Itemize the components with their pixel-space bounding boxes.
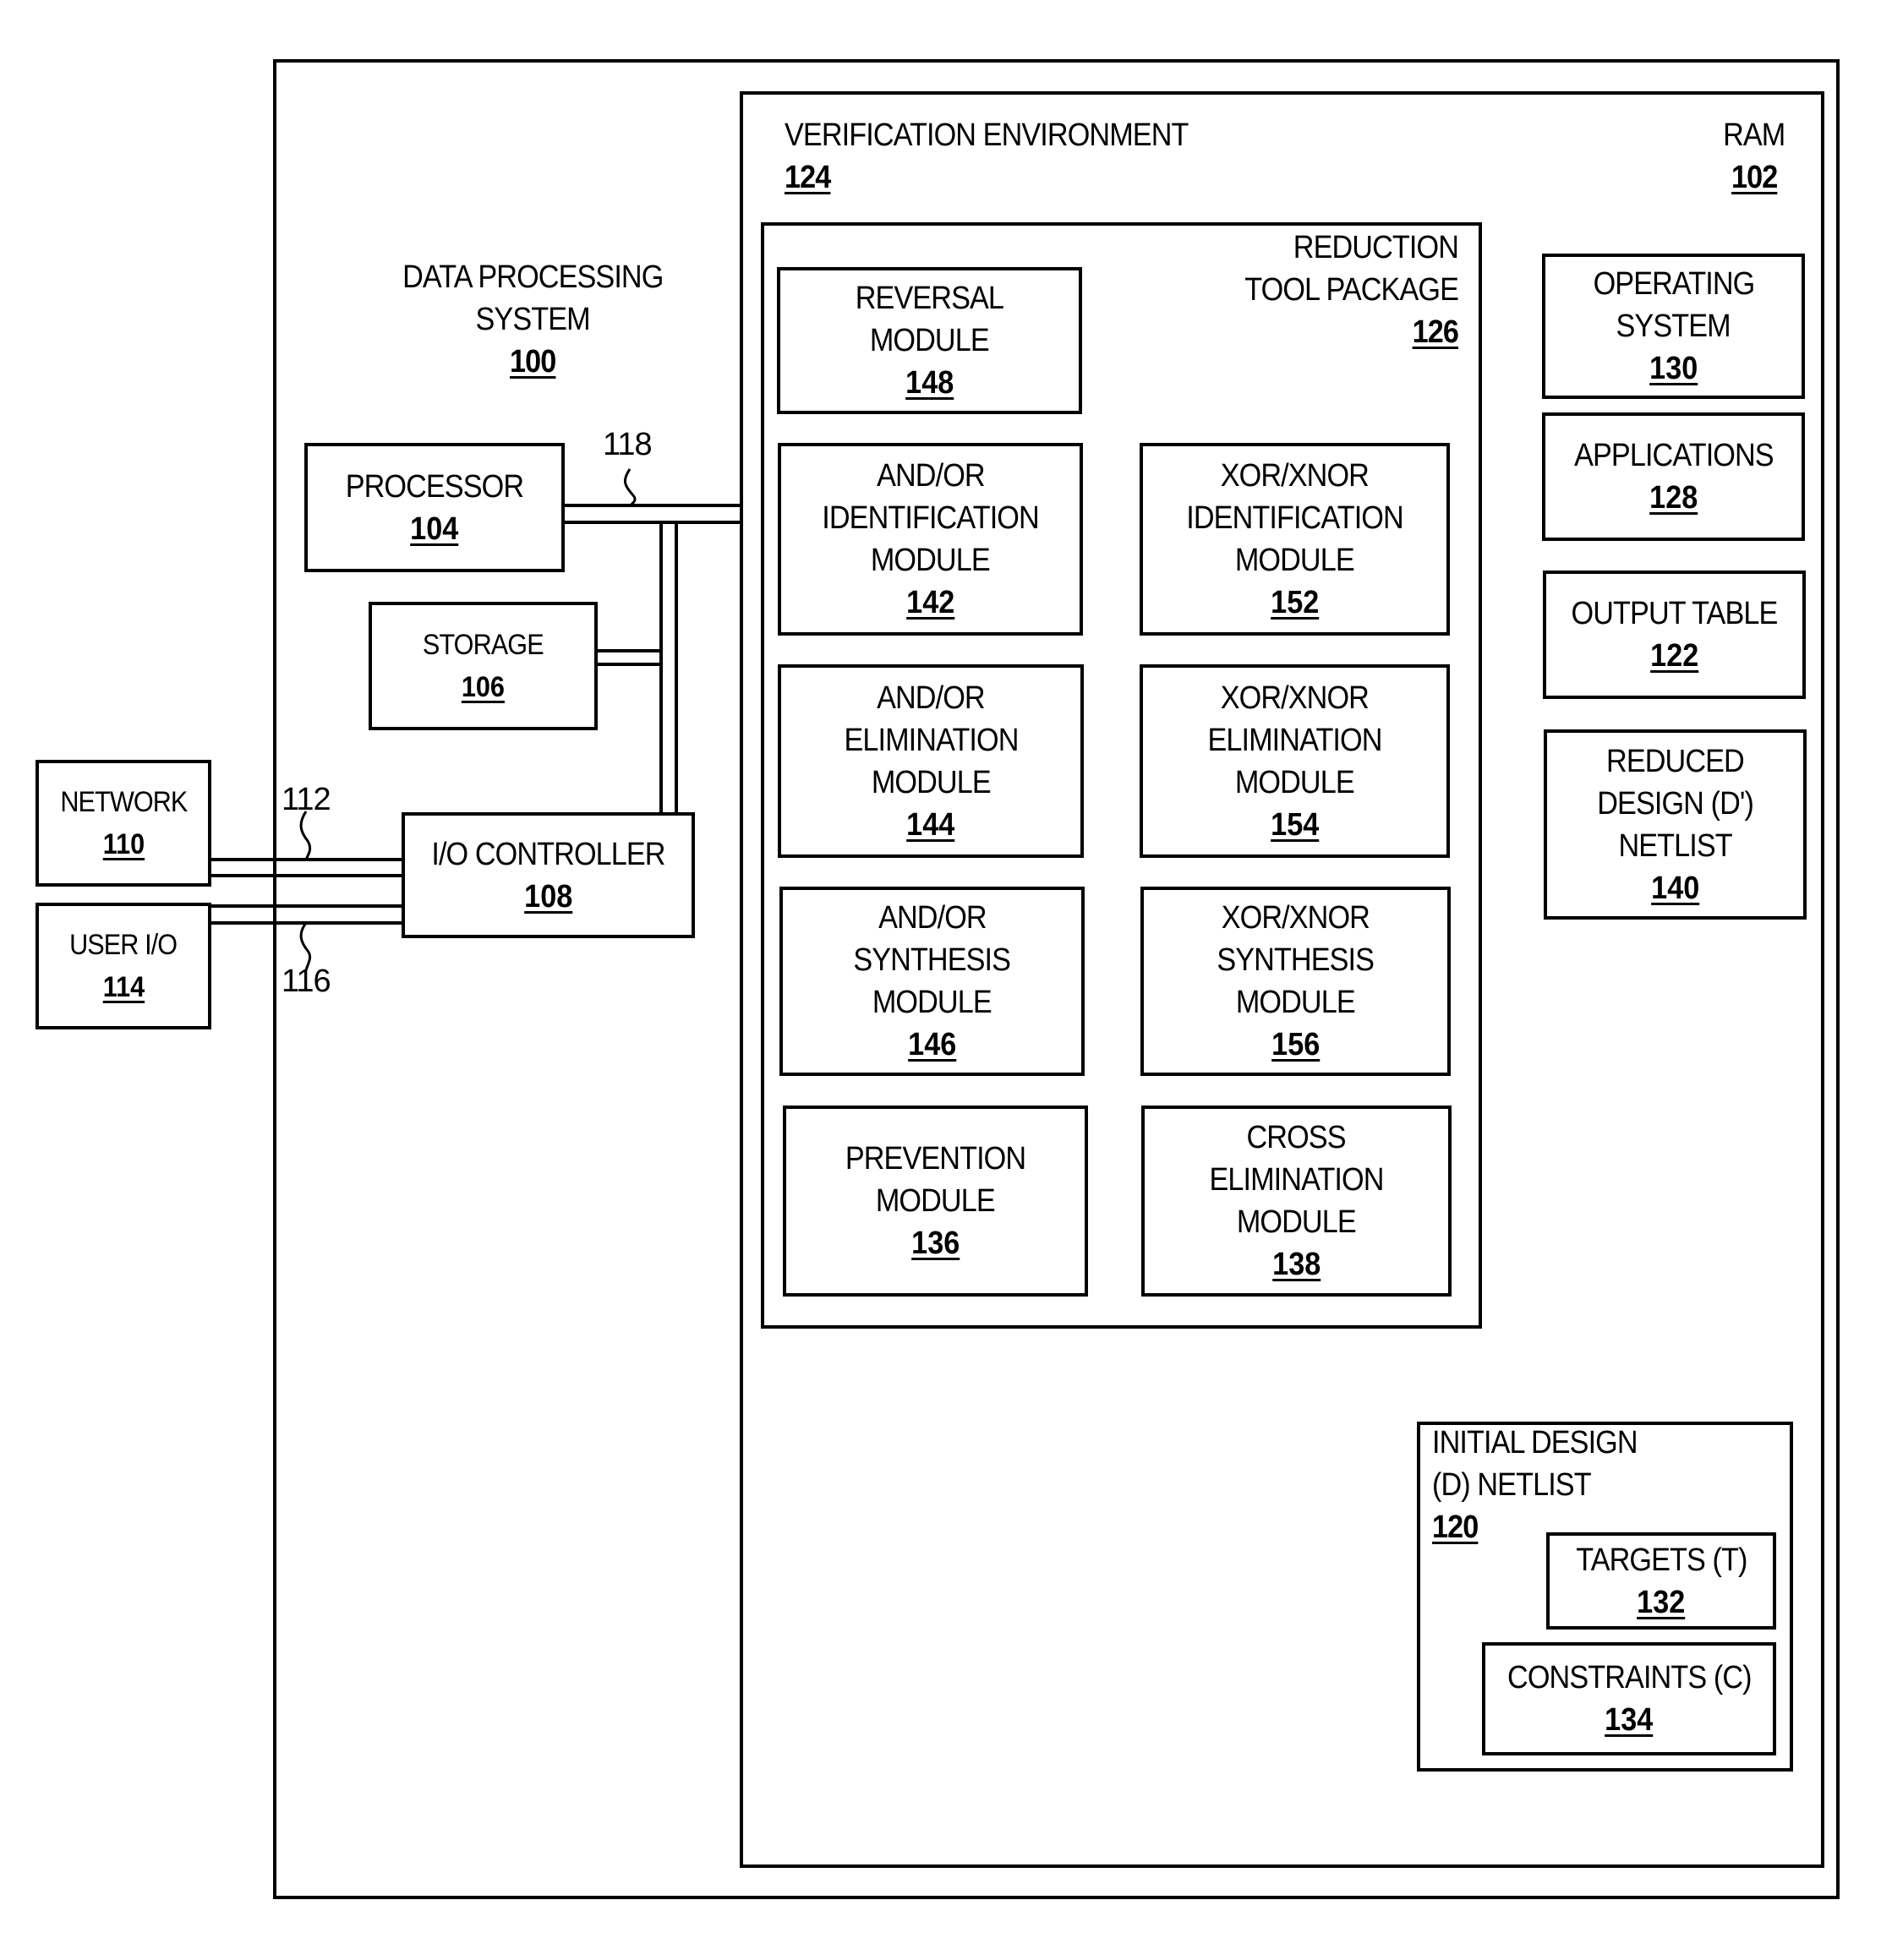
network-box[interactable]: NETWORK 110: [36, 760, 211, 887]
xor-xnor-synthesis-module-box[interactable]: XOR/XNOR SYNTHESIS MODULE 156: [1140, 887, 1451, 1076]
ref-148: 148: [905, 365, 954, 401]
ref-138: 138: [1271, 1247, 1321, 1282]
ref-134: 134: [1605, 1702, 1654, 1738]
ref-104: 104: [410, 510, 459, 547]
constraints-box[interactable]: CONSTRAINTS (C) 134: [1482, 1642, 1776, 1755]
io-controller-box[interactable]: I/O CONTROLLER 108: [402, 812, 695, 938]
ram-title: RAM 102: [1699, 114, 1809, 199]
output-table-box[interactable]: OUTPUT TABLE 122: [1543, 571, 1806, 699]
ref-152: 152: [1270, 585, 1320, 620]
applications-box[interactable]: APPLICATIONS 128: [1542, 412, 1805, 541]
ref-106: 106: [461, 671, 506, 703]
reduction-tool-package-title: REDUCTION TOOL PACKAGE 126: [1184, 227, 1459, 353]
processor-box[interactable]: PROCESSOR 104: [304, 443, 565, 572]
ref-116: 116: [282, 964, 331, 999]
ref-154: 154: [1270, 806, 1320, 843]
ref-128: 128: [1649, 480, 1698, 516]
ref-112: 112: [282, 782, 331, 817]
and-or-identification-module-box[interactable]: AND/OR IDENTIFICATION MODULE 142: [778, 443, 1083, 636]
and-or-elimination-module-box[interactable]: AND/OR ELIMINATION MODULE 144: [778, 664, 1084, 858]
operating-system-box[interactable]: OPERATING SYSTEM 130: [1542, 254, 1805, 399]
xor-xnor-identification-module-box[interactable]: XOR/XNOR IDENTIFICATION MODULE 152: [1140, 443, 1450, 636]
ref-114: 114: [102, 971, 145, 1003]
ref-144: 144: [906, 806, 955, 843]
ref-102: 102: [1731, 160, 1778, 195]
ref-136: 136: [910, 1226, 960, 1261]
user-io-box[interactable]: USER I/O 114: [36, 903, 211, 1029]
prevention-module-box[interactable]: PREVENTION MODULE 136: [783, 1106, 1088, 1297]
ref-156: 156: [1271, 1027, 1321, 1062]
targets-box[interactable]: TARGETS (T) 132: [1546, 1532, 1776, 1630]
ref-146: 146: [907, 1027, 957, 1062]
ref-140: 140: [1650, 870, 1700, 906]
ref-132: 132: [1637, 1584, 1686, 1620]
ref-110: 110: [102, 828, 145, 860]
reversal-module-box[interactable]: REVERSAL MODULE 148: [777, 267, 1082, 414]
reduced-design-netlist-box[interactable]: REDUCED DESIGN (D') NETLIST 140: [1544, 729, 1807, 920]
storage-box[interactable]: STORAGE 106: [369, 602, 598, 730]
ref-108: 108: [523, 878, 573, 914]
ref-126: 126: [1412, 314, 1459, 350]
ref-118: 118: [603, 427, 653, 462]
ref-142: 142: [905, 585, 955, 620]
and-or-synthesis-module-box[interactable]: AND/OR SYNTHESIS MODULE 146: [779, 887, 1085, 1076]
initial-design-netlist-title: INITIAL DESIGN (D) NETLIST 120: [1432, 1422, 1660, 1548]
verification-environment-title: VERIFICATION ENVIRONMENT 124: [785, 114, 1233, 199]
cross-elimination-module-box[interactable]: CROSS ELIMINATION MODULE 138: [1141, 1106, 1452, 1297]
xor-xnor-elimination-module-box[interactable]: XOR/XNOR ELIMINATION MODULE 154: [1140, 664, 1450, 858]
ref-124: 124: [785, 160, 831, 195]
ref-122: 122: [1649, 638, 1699, 674]
ref-130: 130: [1649, 351, 1698, 386]
data-processing-system-title: DATA PROCESSING SYSTEM 100: [372, 256, 693, 383]
ref-100: 100: [509, 344, 556, 379]
